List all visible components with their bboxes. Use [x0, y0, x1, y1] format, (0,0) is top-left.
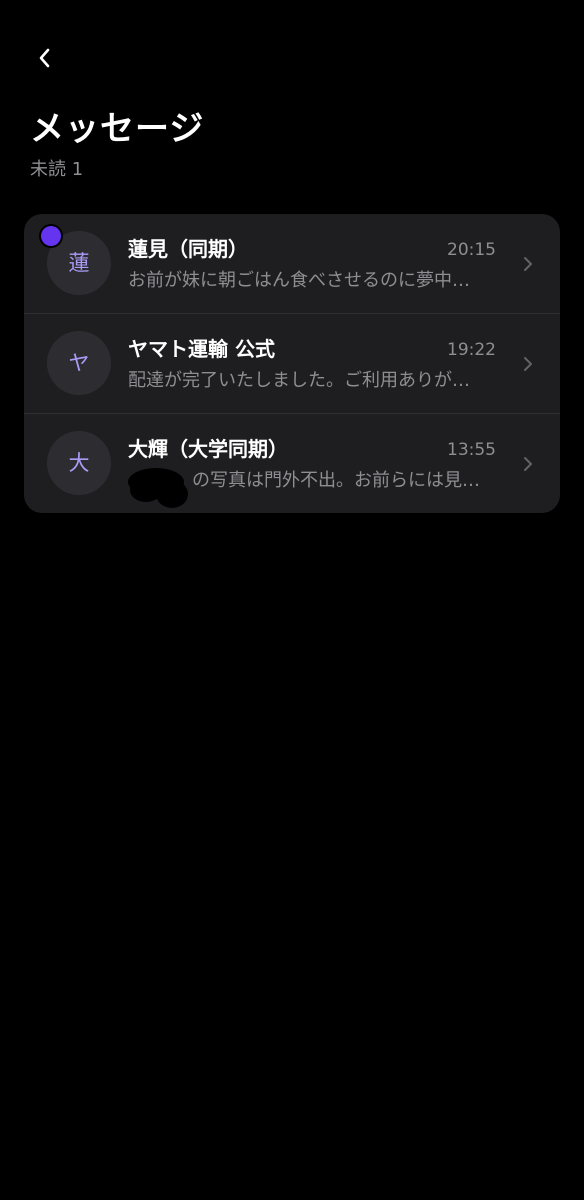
message-preview: の写真は門外不出。お前らには見…: [192, 470, 480, 491]
unread-count: 未読 1: [30, 159, 84, 180]
avatar-initial: ヤ: [68, 350, 90, 375]
unread-indicator: [41, 226, 61, 246]
avatar: ヤ: [47, 331, 111, 395]
back-button[interactable]: [28, 40, 60, 76]
chevron-right-icon: [522, 455, 534, 473]
avatar-initial: 大: [68, 450, 90, 475]
message-preview: 配達が完了いたしました。ご利用ありが…: [128, 370, 470, 391]
avatar: 大: [47, 431, 111, 495]
message-list: 蓮 蓮見（同期） 20:15 お前が妹に朝ごはん食べさせるのに夢中… ヤ ヤマト…: [24, 214, 560, 513]
chevron-left-icon: [39, 48, 50, 68]
list-item[interactable]: 蓮 蓮見（同期） 20:15 お前が妹に朝ごはん食べさせるのに夢中…: [24, 214, 560, 313]
message-preview: お前が妹に朝ごはん食べさせるのに夢中…: [128, 270, 470, 291]
list-item[interactable]: ヤ ヤマト運輸 公式 19:22 配達が完了いたしました。ご利用ありが…: [24, 314, 560, 413]
page-title: メッセージ: [30, 109, 205, 149]
message-time: 13:55: [447, 440, 496, 460]
message-time: 19:22: [447, 340, 496, 360]
sender-name: 蓮見（同期）: [128, 237, 248, 261]
chevron-right-icon: [522, 355, 534, 373]
message-time: 20:15: [447, 240, 496, 260]
redaction-mask: [128, 468, 188, 508]
avatar-initial: 蓮: [68, 250, 90, 275]
sender-name: 大輝（大学同期）: [128, 437, 288, 461]
sender-name: ヤマト運輸 公式: [128, 337, 275, 361]
list-item[interactable]: 大 大輝（大学同期） 13:55 の写真は門外不出。お前らには見…: [24, 414, 560, 513]
chevron-right-icon: [522, 255, 534, 273]
